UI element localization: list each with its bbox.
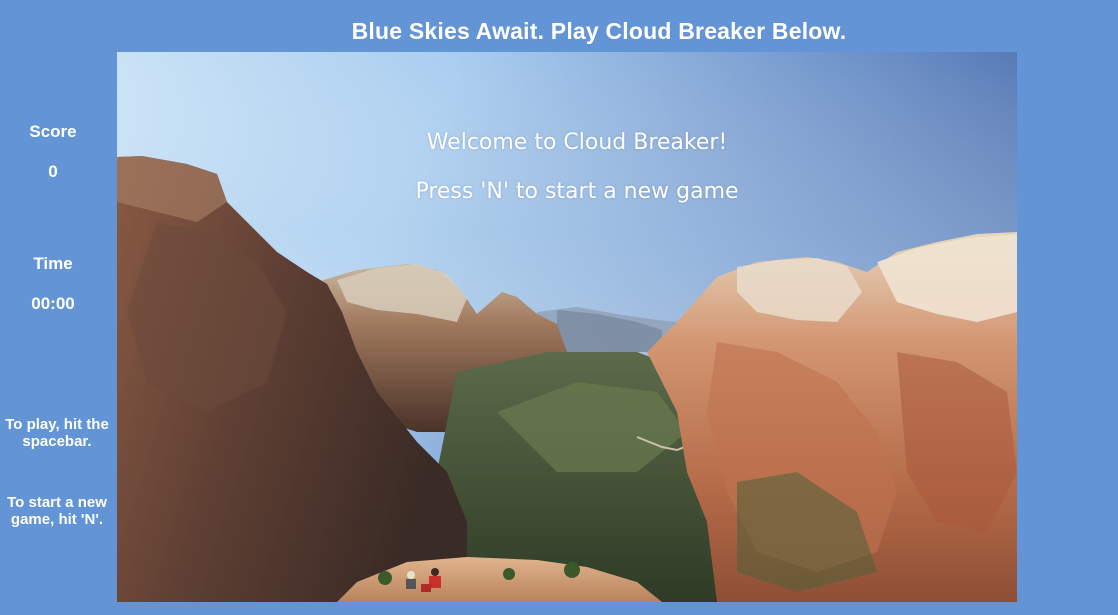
game-canvas[interactable]: Welcome to Cloud Breaker! Press 'N' to s…: [117, 52, 1017, 602]
page: Blue Skies Await. Play Cloud Breaker Bel…: [0, 0, 1118, 615]
page-title: Blue Skies Await. Play Cloud Breaker Bel…: [351, 18, 847, 44]
welcome-message: Welcome to Cloud Breaker!: [426, 130, 728, 155]
new-game-instructions: To start a new game, hit 'N'.: [7, 494, 107, 528]
score-value: 0: [48, 162, 58, 181]
time-label: Time: [33, 254, 73, 273]
time-value: 00:00: [31, 294, 75, 313]
start-prompt: Press 'N' to start a new game: [415, 179, 739, 204]
play-instructions: To play, hit the spacebar.: [5, 416, 109, 450]
score-label: Score: [29, 122, 77, 141]
sidebar: Score 0 Time 00:00 To play, hit the spac…: [0, 0, 117, 615]
